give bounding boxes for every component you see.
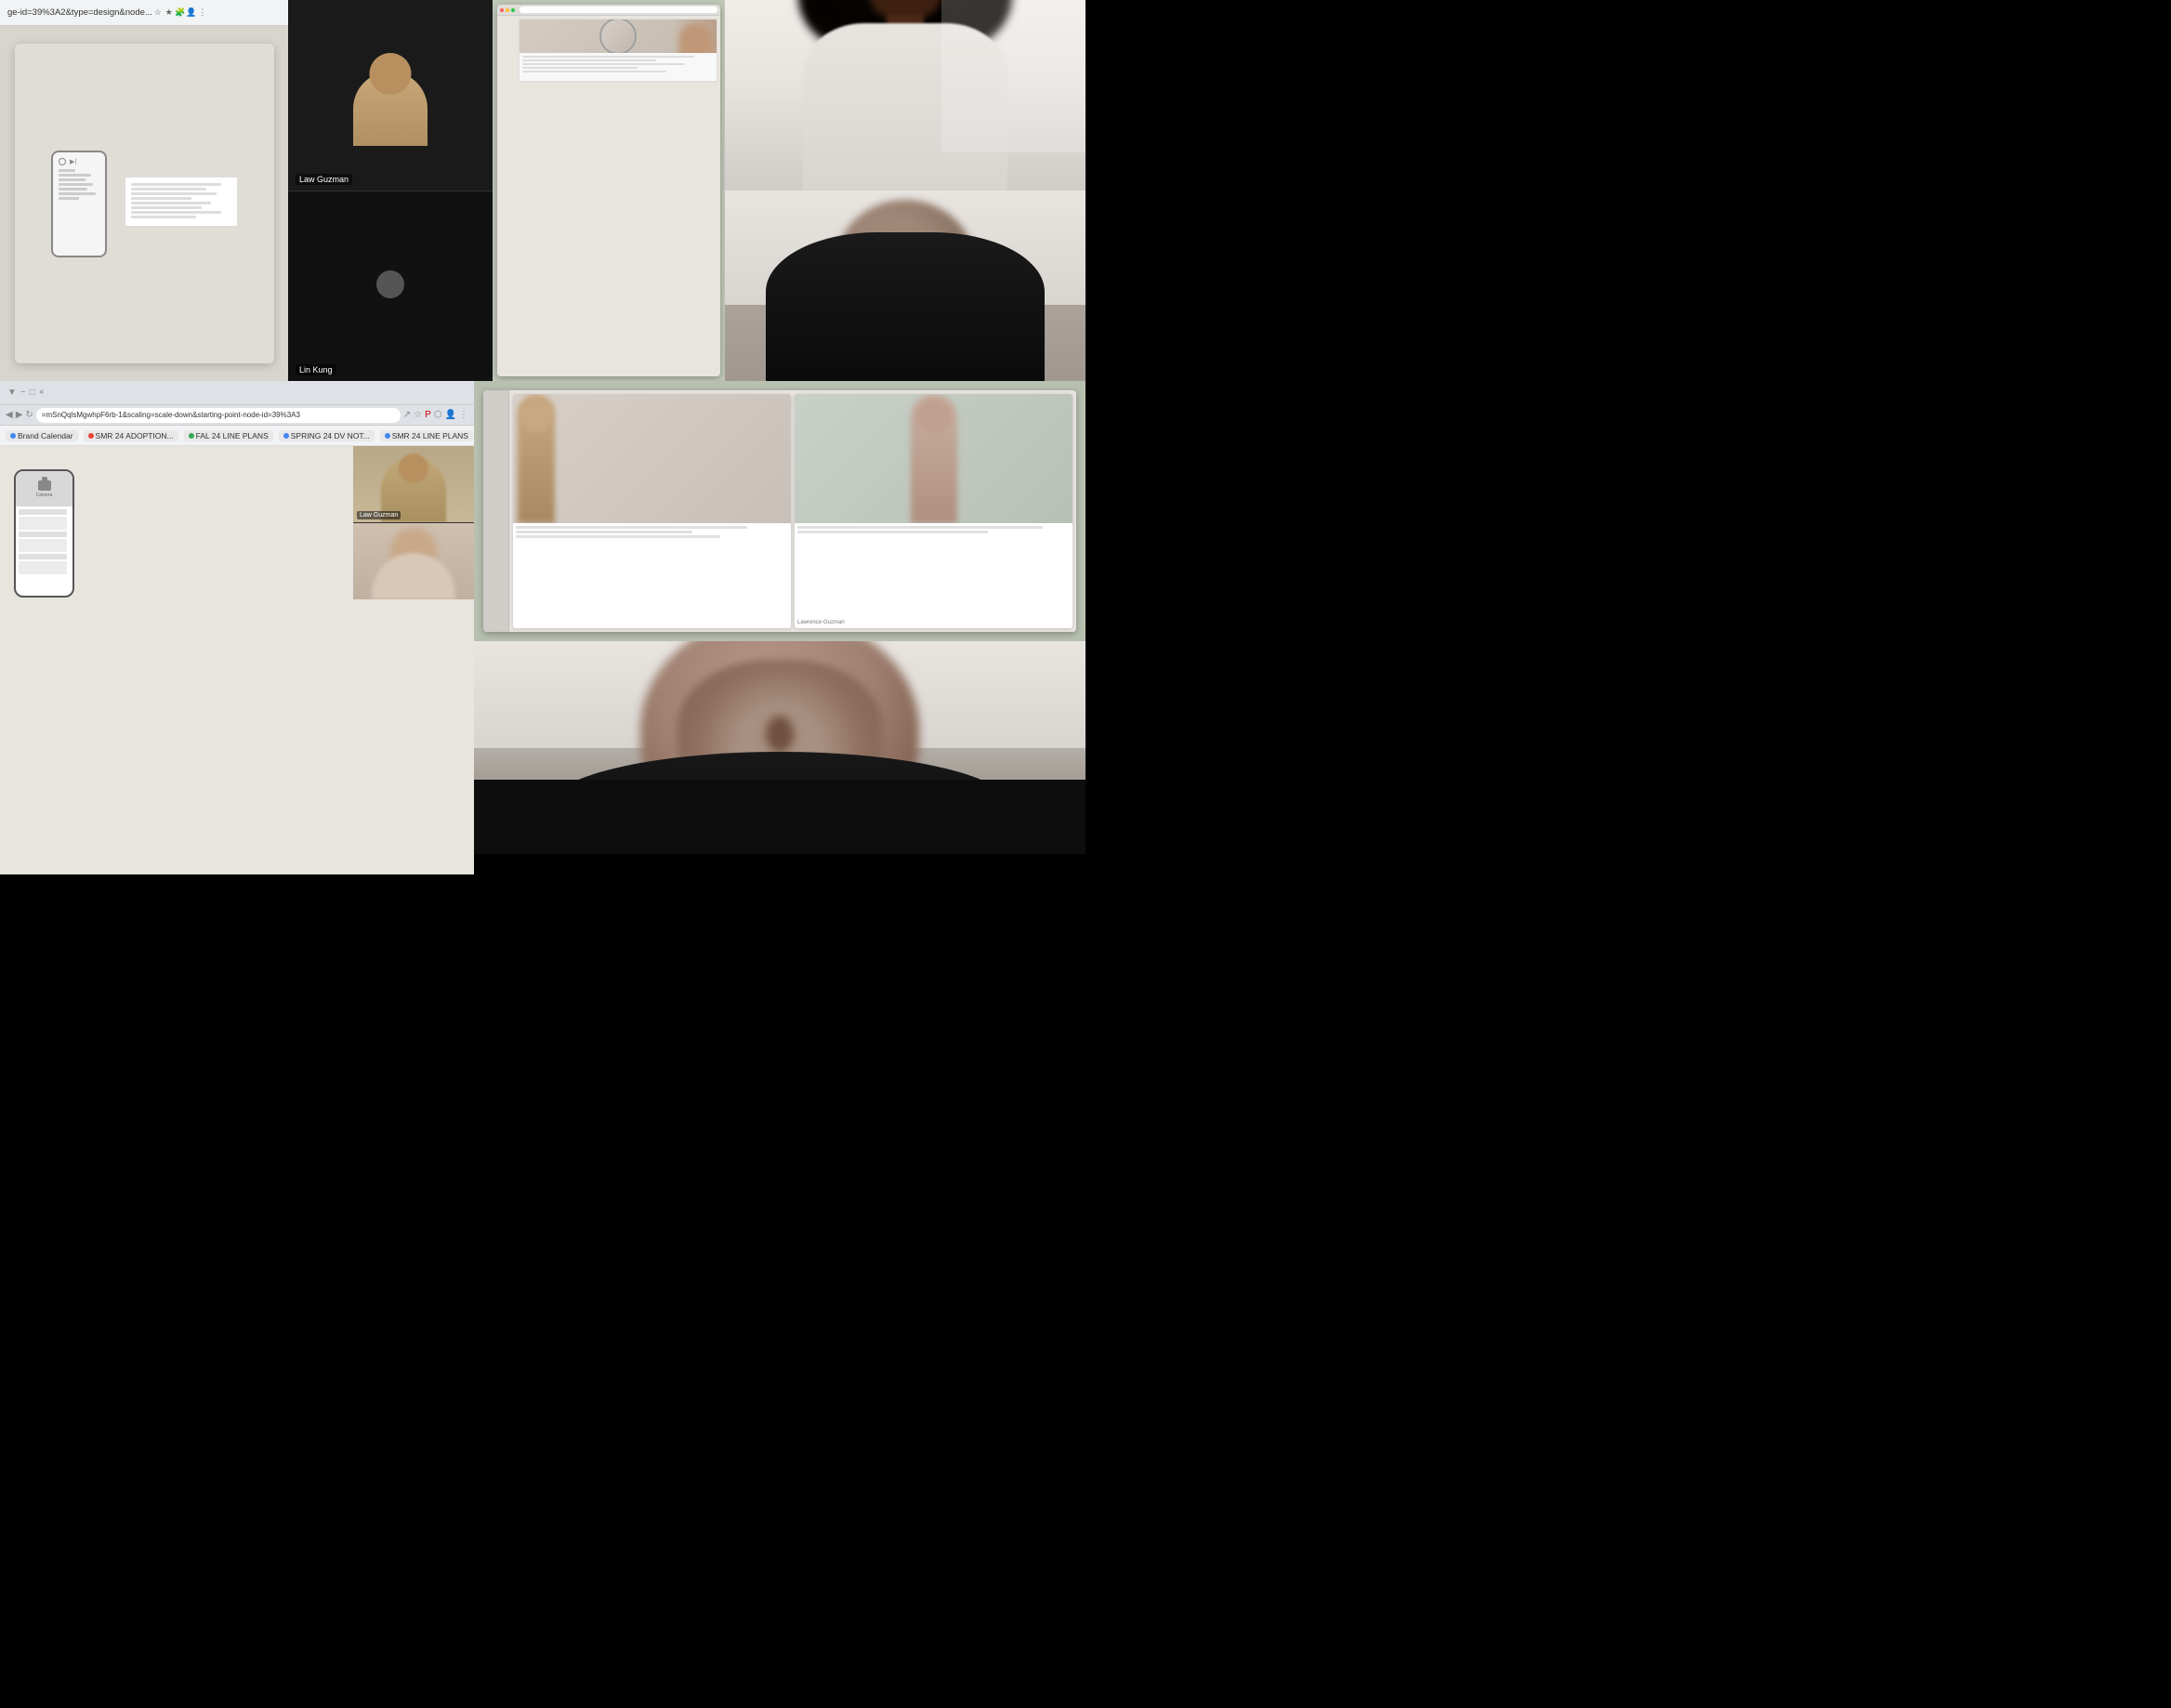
url-text-bottom: =mSnQqlsMgwhpF6rb-1&scaling=scale-down&s… xyxy=(42,411,300,419)
video-call-float: Law Guzman xyxy=(353,446,474,599)
figma-screen-top xyxy=(493,0,725,381)
bookmark-spring24-dv[interactable]: SPRING 24 DV NOT... xyxy=(279,430,375,441)
float-label-law-guzman: Law Guzman xyxy=(357,511,401,519)
chrome-top-bar-bottom[interactable]: ▼ − □ × xyxy=(0,381,474,405)
window-minimize-btn[interactable]: − xyxy=(20,388,26,398)
nav-back[interactable]: ◀ xyxy=(6,410,13,420)
top-section: ge-id=39%3A2&type=design&node... ☆ ★ 🧩 👤… xyxy=(0,0,1086,381)
phone-mockup-shared: ▶| xyxy=(51,151,107,257)
bookmark-smr24-line[interactable]: SMR 24 LINE PLANS xyxy=(380,430,473,441)
nav-refresh[interactable]: ↻ xyxy=(25,410,33,420)
vc-participant-law-guzman: Law Guzman xyxy=(288,0,493,191)
url-text-top: ge-id=39%3A2&type=design&node... xyxy=(7,7,152,18)
star-icon[interactable]: ★ xyxy=(164,7,175,19)
video-figma-preview: Lawrence-Guzman xyxy=(474,381,1086,641)
figma-window-bottom: ▼ − □ × ◀ ▶ ↻ =mSnQqlsMgwhpF6rb-1&scalin… xyxy=(0,381,474,854)
profile-icon[interactable]: 👤 xyxy=(445,410,456,420)
float-participant-2-blurred xyxy=(353,523,474,599)
window-restore[interactable]: □ xyxy=(30,388,35,398)
bookmarks-bar: Brand Calendar SMR 24 ADOPTION... FAL 24… xyxy=(0,426,474,446)
menu-icon[interactable]: ⋮ xyxy=(197,7,208,19)
vc-participant-lin-kung: Lin Kung xyxy=(288,191,493,382)
video-right-top xyxy=(725,0,1086,381)
phone-mockup-bottom: Camera xyxy=(14,469,74,598)
video-person-bottom xyxy=(474,641,1086,854)
figma-window-top: ge-id=39%3A2&type=design&node... ☆ ★ 🧩 👤… xyxy=(0,0,288,381)
participant-label-lin-kung: Lin Kung xyxy=(296,364,336,375)
bookmark-icon[interactable]: ☆ xyxy=(152,7,164,19)
bookmark-brand-calendar[interactable]: Brand Calendar xyxy=(6,430,78,441)
shared-text-block xyxy=(125,177,237,226)
figma-canvas-top: ▶| xyxy=(0,26,288,381)
figma-share-screen: ▶| xyxy=(0,26,288,381)
bottom-section: ▼ − □ × ◀ ▶ ↻ =mSnQqlsMgwhpF6rb-1&scalin… xyxy=(0,381,1086,854)
video-feed-person-2 xyxy=(725,191,1086,381)
url-bar-top[interactable]: ge-id=39%3A2&type=design&node... ☆ ★ 🧩 👤… xyxy=(0,0,288,26)
camera-label: Camera xyxy=(36,493,53,498)
participant-label-law-guzman: Law Guzman xyxy=(296,174,352,185)
window-close[interactable]: × xyxy=(39,388,45,398)
url-bar-bottom[interactable]: =mSnQqlsMgwhpF6rb-1&scaling=scale-down&s… xyxy=(36,408,401,423)
share-icon[interactable]: ↗ xyxy=(403,410,411,420)
video-call-top: Law Guzman Lin Kung xyxy=(288,0,493,381)
more-icon[interactable]: ⋮ xyxy=(459,410,468,420)
window-minimize[interactable]: ▼ xyxy=(7,388,17,398)
figma-canvas-bottom: Camera xyxy=(0,446,474,874)
float-participant-law-guzman: Law Guzman xyxy=(353,446,474,523)
shared-content-right xyxy=(125,177,237,230)
shared-phone-canvas: ▶| xyxy=(15,44,274,363)
shared-app-window: ▶| xyxy=(15,44,274,363)
extension-icon-2[interactable]: ⬡ xyxy=(434,410,442,420)
account-icon[interactable]: 👤 xyxy=(186,7,197,19)
extension-icon[interactable]: 🧩 xyxy=(175,7,186,19)
pinterest-icon[interactable]: P xyxy=(425,410,431,420)
bookmark-star-icon[interactable]: ☆ xyxy=(414,410,422,420)
video-feed-person-1 xyxy=(725,0,1086,191)
design-card-label-lawrence: Lawrence-Guzman xyxy=(797,620,845,625)
bookmark-fal24-line[interactable]: FAL 24 LINE PLANS xyxy=(184,430,273,441)
bookmark-smr24-adoption[interactable]: SMR 24 ADOPTION... xyxy=(84,430,178,441)
nav-forward[interactable]: ▶ xyxy=(16,410,23,420)
video-right-bottom: Lawrence-Guzman xyxy=(474,381,1086,854)
